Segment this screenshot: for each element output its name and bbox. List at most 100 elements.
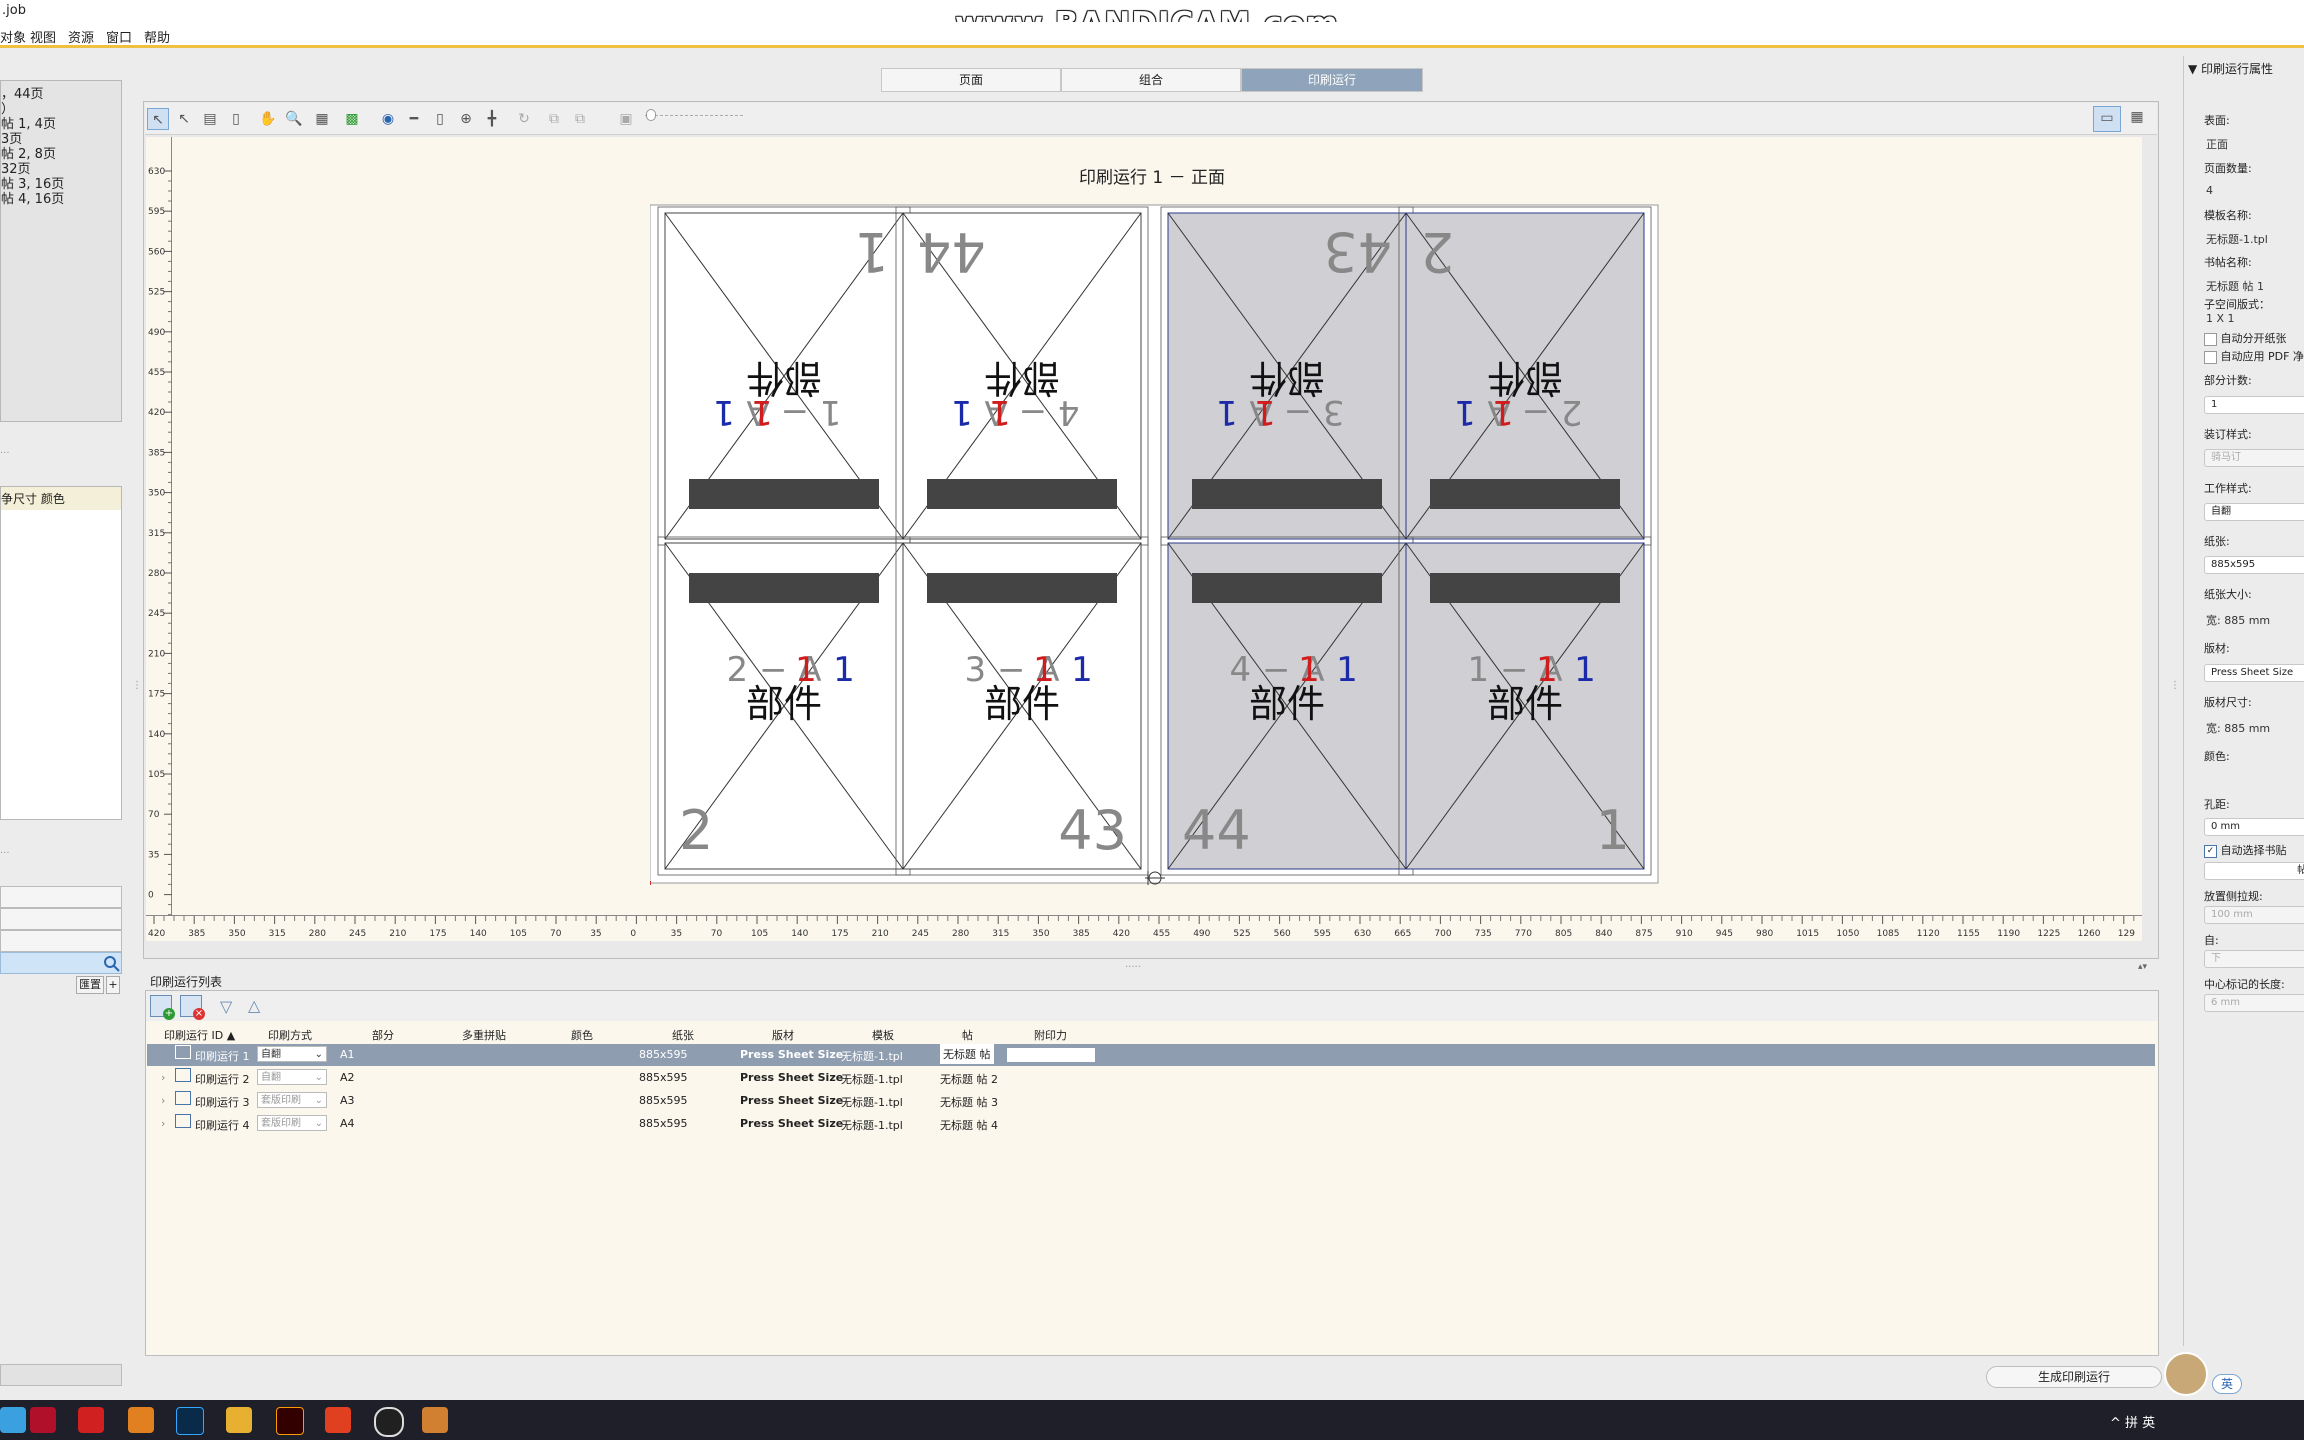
illustrator-icon[interactable] [276, 1407, 304, 1435]
tab-assembly[interactable]: 组合 [1061, 68, 1241, 92]
col-imprint[interactable]: 附印力 [1034, 1027, 1067, 1043]
select-arrow-icon[interactable]: ↖ [147, 108, 169, 130]
menu-window[interactable]: 窗口 [106, 27, 132, 46]
table-row[interactable]: › 印刷运行 3 套版印刷 ⌄ A3 885x595 Press Sheet Si… [147, 1090, 2155, 1112]
split-view-icon[interactable]: ▦ [2123, 106, 2151, 132]
tree-item[interactable]: 帖 4, 16页 [1, 188, 64, 207]
page-cell[interactable]: 444 − A11部件 [1160, 536, 1414, 876]
menu-view[interactable]: 视图 [30, 27, 56, 46]
page-cell[interactable]: 444 − A11部件 [895, 206, 1149, 546]
left-row[interactable] [0, 886, 122, 908]
page-icon[interactable]: ▯ [429, 108, 451, 130]
move-down-icon[interactable]: ▽ [220, 997, 232, 1016]
menu-object[interactable]: 对象 [0, 27, 26, 46]
creep-input[interactable]: 100 mm [2204, 906, 2304, 924]
part-count-input[interactable]: 1 [2204, 396, 2304, 414]
properties-title[interactable]: ▼ 印刷运行属性 [2188, 60, 2273, 77]
folder-icon[interactable] [226, 1407, 252, 1433]
avatar[interactable] [2164, 1352, 2208, 1396]
splitter-grip[interactable]: ⋮ [132, 680, 142, 691]
col-template[interactable]: 模板 [872, 1027, 894, 1043]
col-signature[interactable]: 帖 [962, 1027, 973, 1043]
page-cell[interactable]: 433 − A11部件 [895, 536, 1149, 876]
auto-select-checkbox[interactable]: ✓ 自动选择书贴 [2204, 842, 2287, 858]
method-select[interactable]: 套版印刷 ⌄ [257, 1115, 327, 1131]
preview-icon[interactable]: ◉ [377, 108, 399, 130]
single-view-icon[interactable]: ▭ [2093, 106, 2121, 132]
search-input[interactable] [0, 952, 122, 974]
method-select[interactable]: 套版印刷 ⌄ [257, 1092, 327, 1108]
press-sheet[interactable]: 11 − A11部件444 − A11部件433 − A11部件22 − A11… [650, 203, 1660, 885]
panel-grip[interactable]: ··· [0, 448, 10, 459]
app-icon[interactable] [78, 1407, 104, 1433]
copy-icon[interactable]: ⧉ [543, 108, 565, 130]
add-run-icon[interactable]: + [150, 995, 175, 1020]
acrobat-icon[interactable] [30, 1407, 56, 1433]
col-part[interactable]: 部分 [372, 1027, 394, 1043]
zoom-slider-handle[interactable] [646, 109, 656, 121]
menu-help[interactable]: 帮助 [144, 27, 170, 46]
left-row[interactable] [0, 930, 122, 952]
work-style-select[interactable]: 自翻 [2204, 503, 2304, 521]
center-mark-input[interactable]: 6 mm [2204, 994, 2304, 1012]
table-row[interactable]: › 印刷运行 4 套版印刷 ⌄ A4 885x595 Press Sheet Si… [147, 1113, 2155, 1135]
align-icon[interactable]: ╋ [481, 108, 503, 130]
place-button[interactable]: 帖( [2204, 862, 2304, 880]
col-color[interactable]: 颜色 [571, 1027, 593, 1043]
col-method[interactable]: 印刷方式 [268, 1027, 312, 1043]
system-tray[interactable]: ^ 拼 英 [2110, 1412, 2155, 1431]
generate-press-run-button[interactable]: 生成印刷运行 [1986, 1366, 2162, 1388]
reset-button[interactable]: 匯置 [76, 976, 104, 994]
imprint-field[interactable] [1007, 1048, 1095, 1062]
table-row[interactable]: › 印刷运行 2 自翻 ⌄ A2 885x595 Press Sheet Size… [147, 1067, 2155, 1089]
page-select-icon[interactable]: ▤ [199, 108, 221, 130]
taskbar-app-icon[interactable] [0, 1407, 26, 1433]
col-plate[interactable]: 版材 [772, 1027, 794, 1043]
app-icon[interactable] [128, 1407, 154, 1433]
zoom-icon[interactable]: 🔍 [283, 108, 305, 130]
crosshair-icon[interactable]: ⊕ [455, 108, 477, 130]
col-paper[interactable]: 纸张 [672, 1027, 694, 1043]
delete-run-icon[interactable]: × [180, 995, 205, 1020]
frame-icon[interactable]: ▣ [615, 108, 637, 130]
binding-select[interactable]: 骑马订 [2204, 449, 2304, 467]
app-icon[interactable] [325, 1407, 351, 1433]
left-row[interactable] [0, 908, 122, 930]
auto-split-checkbox[interactable]: 自动分开纸张 [2204, 330, 2287, 346]
record-icon[interactable] [374, 1407, 404, 1437]
photoshop-icon[interactable] [176, 1407, 204, 1435]
ruler-icon[interactable]: ━ [403, 108, 425, 130]
method-select[interactable]: 自翻 ⌄ [257, 1046, 327, 1062]
page-cell[interactable]: 433 − A11部件 [1160, 206, 1414, 546]
add-icon[interactable]: + [106, 976, 120, 994]
plate-select[interactable]: Press Sheet Size [2204, 664, 2304, 682]
mark-icon[interactable]: ▩ [341, 108, 363, 130]
menu-resources[interactable]: 资源 [68, 27, 94, 46]
page-cell[interactable]: 11 − A11部件 [657, 206, 911, 546]
table-row[interactable]: 印刷运行 1 自翻 ⌄ A1 885x595 Press Sheet Size 无… [147, 1044, 2155, 1066]
tab-pages[interactable]: 页面 [881, 68, 1061, 92]
col-run-id[interactable]: 印刷运行 ID ▲ [164, 1027, 235, 1043]
hand-icon[interactable]: ✋ [257, 108, 279, 130]
app-icon[interactable] [422, 1407, 448, 1433]
pointer-icon[interactable]: ↖ [173, 108, 195, 130]
page-cell[interactable]: 11 − A11部件 [1398, 536, 1652, 876]
col-multi-imposition[interactable]: 多重拼贴 [462, 1027, 506, 1043]
page-cell[interactable]: 22 − A11部件 [657, 536, 911, 876]
gap-input[interactable]: 0 mm [2204, 818, 2304, 836]
move-up-icon[interactable]: △ [248, 996, 260, 1015]
paste-icon[interactable]: ⧉ [569, 108, 591, 130]
zoom-slider[interactable] [645, 115, 743, 119]
auto-pdf-checkbox[interactable]: 自动应用 PDF 净 [2204, 348, 2304, 364]
splitter-grip[interactable]: ····· [1125, 962, 1141, 973]
tab-press-run[interactable]: 印刷运行 [1241, 68, 1423, 92]
collapse-icon[interactable]: ▴▾ [2138, 962, 2147, 972]
from-select[interactable]: 下 [2204, 950, 2304, 968]
splitter-grip[interactable]: ⋮ [2170, 680, 2180, 691]
panel-grip[interactable]: ··· [0, 848, 10, 859]
sheet-icon[interactable]: ▯ [225, 108, 247, 130]
ime-badge[interactable]: 英 [2212, 1374, 2242, 1394]
page-cell[interactable]: 22 − A11部件 [1398, 206, 1652, 546]
rotate-icon[interactable]: ↻ [513, 108, 535, 130]
grid-icon[interactable]: ▦ [311, 108, 333, 130]
